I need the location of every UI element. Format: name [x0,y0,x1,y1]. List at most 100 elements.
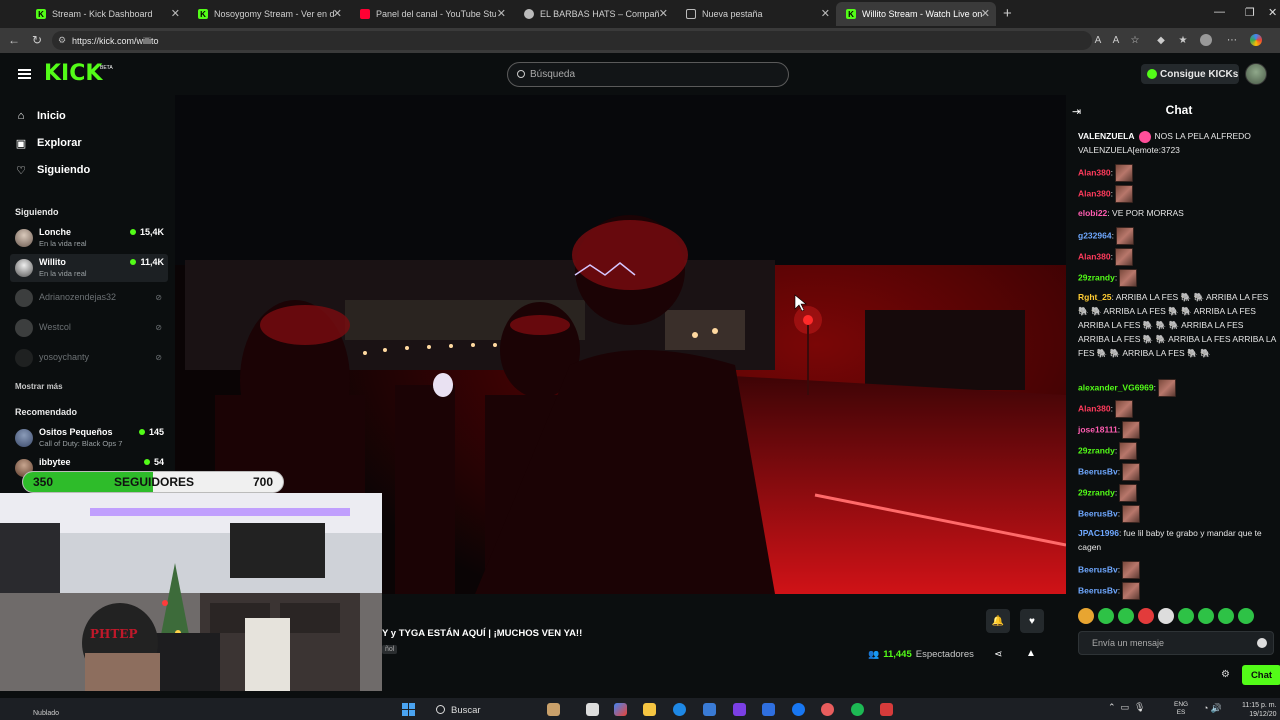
menu-icon[interactable] [18,69,31,79]
chat-message-input[interactable]: Envía un mensaje [1078,631,1274,655]
chat-message[interactable]: alexander_VG6969: [1078,379,1276,397]
address-bar[interactable]: ⚙ https://kick.com/willito [52,31,1092,50]
browser-tab[interactable]: K Nosoygomy Stream - Ver en directo ✕ [188,2,348,26]
read-aloud-icon[interactable]: A [1110,34,1122,46]
taskbar-app-icon[interactable] [547,703,560,716]
chat-settings-icon[interactable]: ⚙ [1221,669,1230,680]
weather-widget[interactable]: Nublado [33,700,59,718]
window-close-icon[interactable]: ✕ [1268,6,1277,19]
chat-message[interactable]: BeerusBv: [1078,463,1276,481]
chat-message[interactable]: Alan380: [1078,400,1276,418]
close-tab-icon[interactable]: ✕ [821,7,830,20]
browser-tab-active[interactable]: K Willito Stream - Watch Live on ✕ [836,2,996,26]
chat-username[interactable]: jose18111 [1078,424,1118,434]
new-tab-button[interactable]: + [1003,5,1012,22]
follow-heart-button[interactable]: ♥ [1020,609,1044,633]
emote-icon[interactable] [1158,608,1174,624]
chat-message[interactable]: BeerusBv: [1078,582,1276,600]
chat-send-button[interactable]: Chat [1242,665,1280,685]
chat-username[interactable]: Alan380 [1078,403,1111,413]
chat-username[interactable]: BeerusBv [1078,508,1118,518]
input-language[interactable]: ENG ES [1174,701,1188,717]
chat-message[interactable]: elobi22: VE POR MORRAS [1078,206,1276,220]
minimize-icon[interactable]: — [1214,6,1225,18]
emote-icon[interactable] [1218,608,1234,624]
chat-username[interactable]: Alan380 [1078,188,1111,198]
chat-username[interactable]: Rght_25 [1078,292,1112,302]
chat-username[interactable]: JPAC1996 [1078,528,1119,538]
sidebar-item-inicio[interactable]: ⌂ Inicio [15,107,66,125]
chat-username[interactable]: alexander_VG6969 [1078,382,1154,392]
chat-message[interactable]: Alan380: [1078,164,1276,182]
menu-dots-icon[interactable]: ⋯ [1226,34,1238,46]
task-view-icon[interactable] [586,703,599,716]
close-tab-icon[interactable]: ✕ [659,7,668,20]
emote-icon[interactable] [1198,608,1214,624]
windows-start-icon[interactable] [402,703,416,717]
favorites-icon[interactable]: ★ [1177,34,1189,46]
app-icon[interactable] [762,703,775,716]
emote-icon[interactable] [1078,608,1094,624]
chat-username[interactable]: elobi22 [1078,208,1107,218]
emote-icon[interactable] [1138,608,1154,624]
copilot-icon[interactable] [1250,34,1262,46]
share-icon[interactable]: ⋖ [994,649,1002,660]
spotify-icon[interactable] [851,703,864,716]
get-kicks-button[interactable]: Consigue KICKs [1141,64,1239,84]
extensions-icon[interactable]: ◆ [1155,34,1167,46]
app-icon[interactable] [733,703,746,716]
chat-message[interactable]: 29zrandy: [1078,269,1276,287]
followed-channel[interactable]: Lonche En la vida real 15,4K [10,224,168,252]
chat-username[interactable]: 29zrandy [1078,272,1115,282]
show-more-link[interactable]: Mostrar más [15,382,63,391]
favorite-star-icon[interactable]: ☆ [1129,34,1141,46]
chat-message[interactable]: BeerusBv: [1078,561,1276,579]
emote-icon[interactable] [1238,608,1254,624]
browser-tab[interactable]: Nueva pestaña ✕ [676,2,836,26]
emote-icon[interactable] [1178,608,1194,624]
language-tag[interactable]: ñol [382,645,398,654]
browser-tab[interactable]: EL BARBAS HATS – Compañía de s ✕ [514,2,674,26]
chat-message[interactable]: g232964: [1078,227,1276,245]
chat-message[interactable]: Alan380: [1078,185,1276,203]
chat-message[interactable]: 29zrandy: [1078,442,1276,460]
browser-tab[interactable]: Panel del canal - YouTube Studio ✕ [350,2,512,26]
maximize-icon[interactable]: ❐ [1245,6,1255,19]
sidebar-item-siguiendo[interactable]: ♡ Siguiendo [15,161,90,179]
browser-tab[interactable]: K Stream - Kick Dashboard ✕ [26,2,186,26]
chat-username[interactable]: VALENZUELA [1078,131,1135,141]
reload-icon[interactable]: ↻ [32,33,42,47]
back-icon[interactable]: ← [8,33,20,47]
chat-message[interactable]: 29zrandy: [1078,484,1276,502]
emoji-picker-icon[interactable] [1257,638,1267,648]
file-explorer-icon[interactable] [643,703,656,716]
chat-username[interactable]: BeerusBv [1078,585,1118,595]
chat-message[interactable]: Rght_25: ARRIBA LA FES 🐘 🐘 ARRIBA LA FES… [1078,290,1276,360]
recommended-channel[interactable]: Ositos Pequeños Call of Duty: Black Ops … [10,424,168,452]
chat-username[interactable]: Alan380 [1078,167,1111,177]
chat-message[interactable]: BeerusBv: [1078,505,1276,523]
translate-icon[interactable]: A [1092,34,1104,46]
chat-username[interactable]: g232964 [1078,230,1112,240]
avatar[interactable] [1245,63,1267,85]
chat-message[interactable]: Alan380: [1078,248,1276,266]
facebook-icon[interactable] [792,703,805,716]
chat-message[interactable]: VALENZUELA NOS LA PELA ALFREDO VALENZUELA… [1078,129,1276,157]
notification-bell-button[interactable]: 🔔 [986,609,1010,633]
chat-message[interactable]: JPAC1996: fue lil baby te grabo y mandar… [1078,526,1276,554]
close-tab-icon[interactable]: ✕ [333,7,342,20]
close-tab-icon[interactable]: ✕ [171,7,180,20]
emote-icon[interactable] [1118,608,1134,624]
system-tray-icons[interactable]: ⌃ ▭ 🎙 [1108,702,1145,713]
edge-icon[interactable] [673,703,686,716]
chat-message[interactable]: jose18111: [1078,421,1276,439]
followed-channel-offline[interactable]: Adrianozendejas32 ⊘ [10,284,168,312]
followed-channel-offline[interactable]: Westcol ⊘ [10,314,168,342]
sidebar-item-explorar[interactable]: ▣ Explorar [15,134,82,152]
followed-channel-selected[interactable]: Willito En la vida real 11,4K [10,254,168,282]
search-input[interactable]: Búsqueda [507,62,789,87]
chat-username[interactable]: Alan380 [1078,251,1111,261]
site-info-icon[interactable]: ⚙ [58,35,66,46]
system-clock[interactable]: 11:15 p. m. 19/12/20 [1242,701,1277,719]
chat-username[interactable]: 29zrandy [1078,445,1115,455]
